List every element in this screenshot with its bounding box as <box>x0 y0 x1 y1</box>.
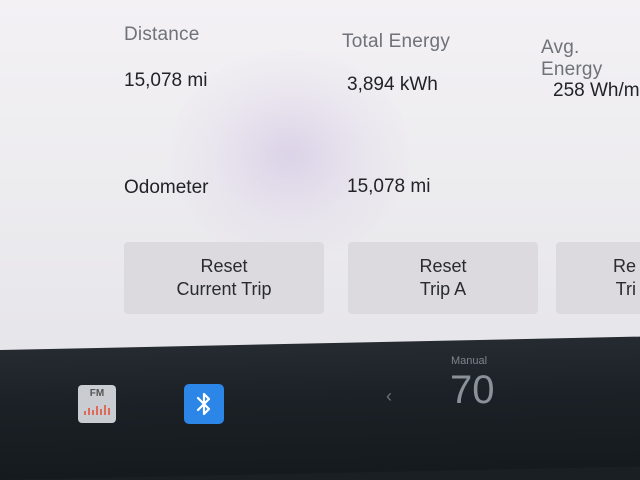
trip-screen: Distance 15,078 mi Total Energy 3,894 kW… <box>0 0 640 358</box>
distance-value: 15,078 mi <box>124 70 208 91</box>
reset-trip-b-button[interactable]: Re Tri <box>556 242 640 314</box>
fm-signal-bars <box>84 405 110 415</box>
speed-mode-label: Manual <box>451 355 488 367</box>
fm-radio-icon[interactable]: FM <box>78 385 116 423</box>
bluetooth-glyph <box>196 392 211 416</box>
distance-label: Distance <box>124 24 200 45</box>
total-energy-value: 3,894 kWh <box>347 74 438 95</box>
reset-trip-a-line1: Reset <box>419 256 467 276</box>
avg-energy-label: Avg. Energy <box>541 37 603 80</box>
odometer-value: 15,078 mi <box>347 176 431 197</box>
total-energy-label: Total Energy <box>342 31 451 52</box>
reset-trip-b-line2: Tri <box>615 279 636 299</box>
bluetooth-icon[interactable] <box>184 384 224 424</box>
reset-trip-a-line2: Trip A <box>419 279 467 299</box>
reset-trip-b-line1: Re <box>612 256 636 276</box>
reset-trip-a-button[interactable]: Reset Trip A <box>348 242 538 314</box>
avg-energy-value: 258 Wh/m <box>553 80 640 101</box>
odometer-label: Odometer <box>124 177 209 198</box>
reset-current-trip-button[interactable]: Reset Current Trip <box>124 242 324 314</box>
chevron-left-icon[interactable]: ‹ <box>386 386 392 407</box>
fm-label: FM <box>89 388 105 399</box>
reset-current-trip-line2: Current Trip <box>176 279 272 299</box>
set-speed-value[interactable]: 70 <box>450 368 495 413</box>
reset-current-trip-line1: Reset <box>200 256 248 276</box>
